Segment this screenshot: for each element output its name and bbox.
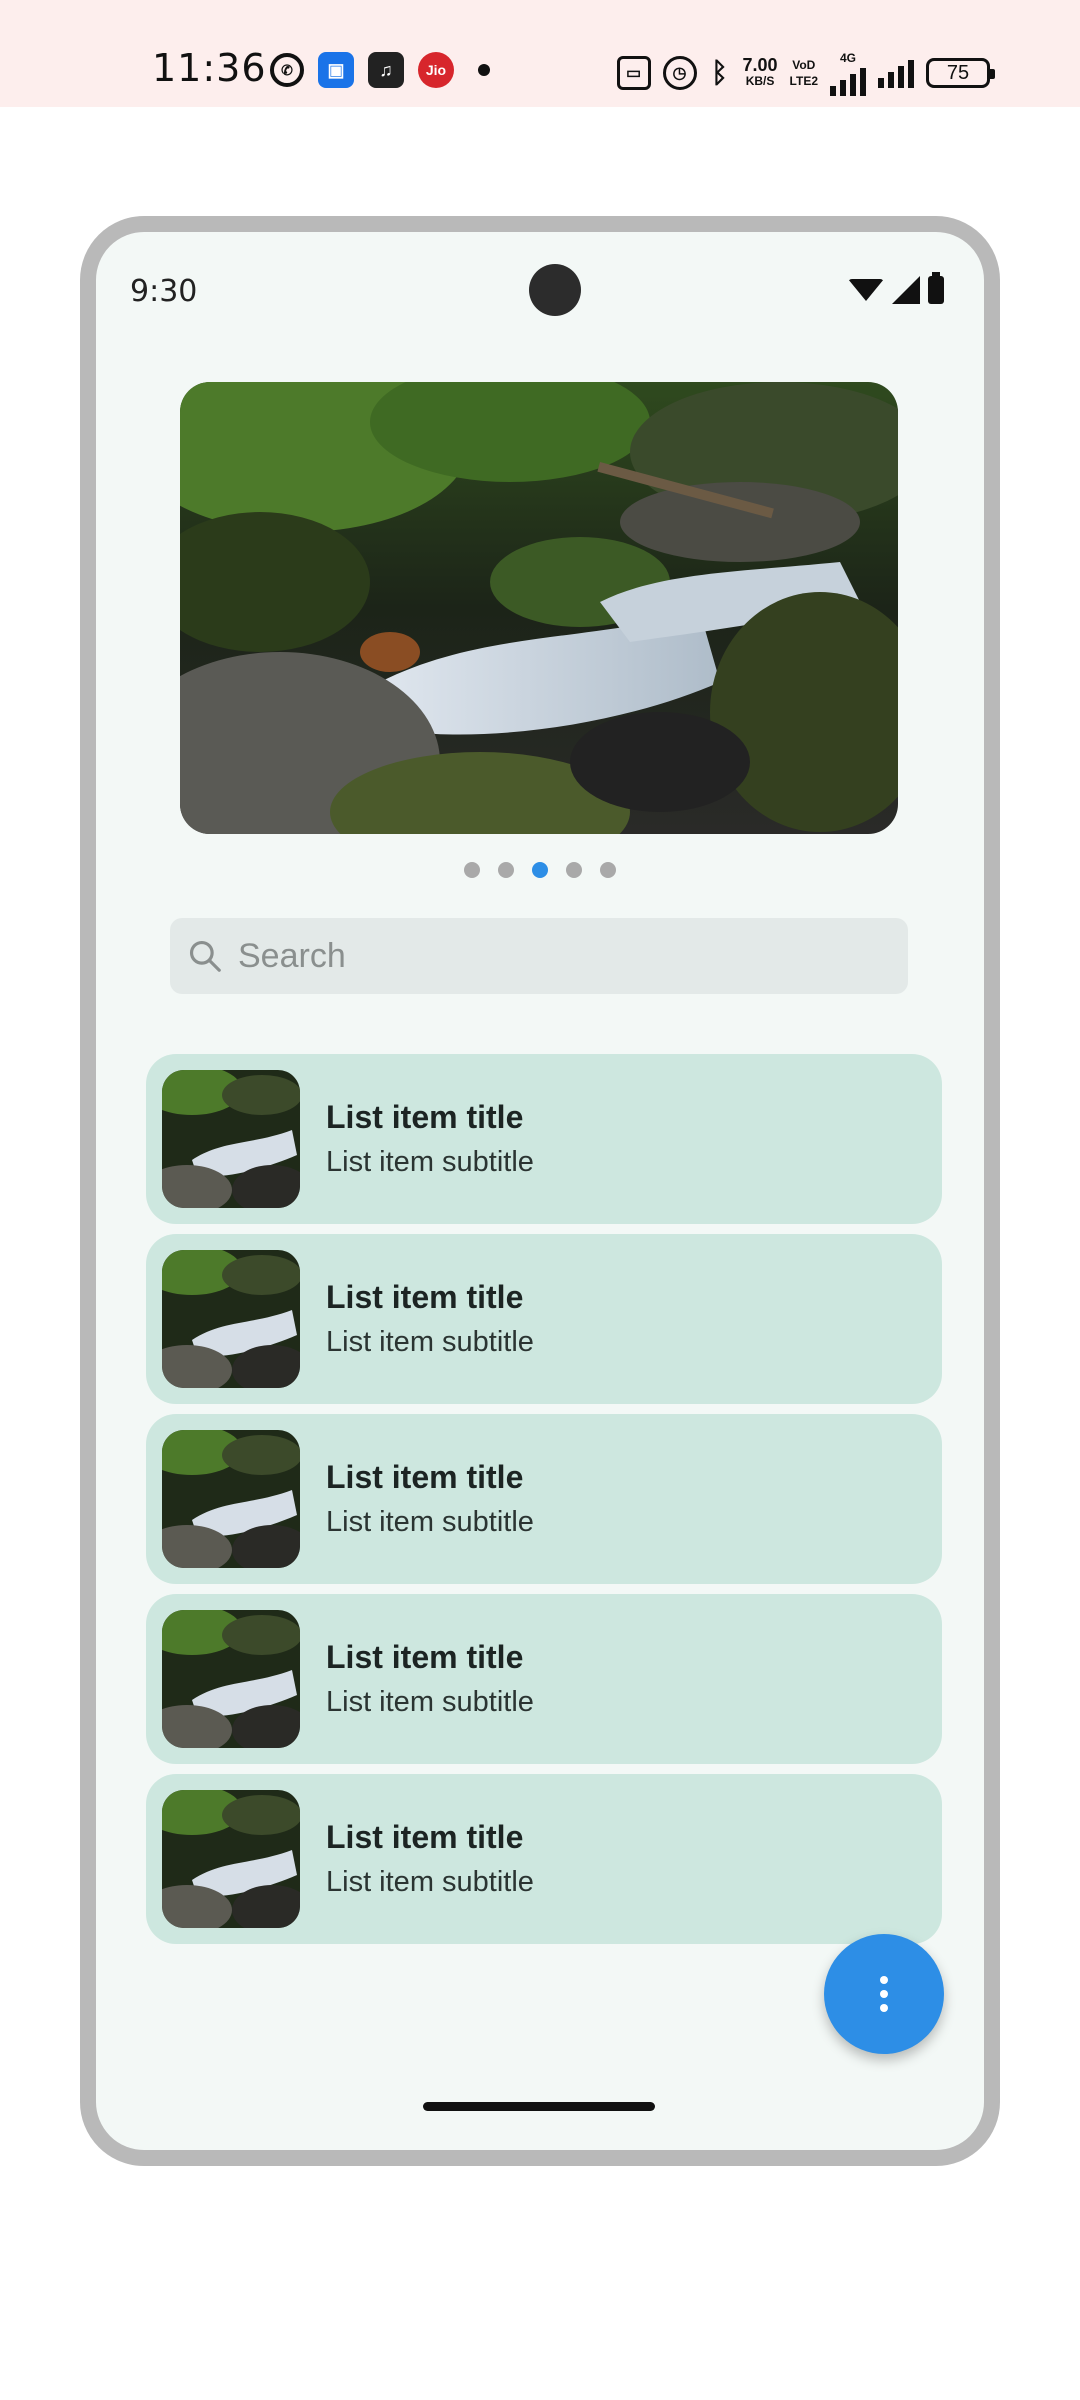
more-vert-icon-dot	[880, 2004, 888, 2012]
list-item[interactable]: List item title List item subtitle	[146, 1414, 942, 1584]
cellular-icon	[892, 276, 920, 304]
list-item[interactable]: List item title List item subtitle	[146, 1234, 942, 1404]
image-carousel[interactable]	[180, 382, 898, 834]
page-dot[interactable]	[566, 862, 582, 878]
bluetooth-icon: ᛒ	[711, 57, 728, 88]
list-item-title: List item title	[326, 1459, 524, 1495]
device-frame: 9:30 Search List item title List item su…	[80, 216, 1000, 2166]
signal-4g: 4G	[830, 50, 866, 96]
whatsapp-icon: ✆	[270, 53, 304, 87]
more-notifications-dot-icon	[478, 64, 490, 76]
more-options-fab[interactable]	[824, 1934, 944, 2054]
more-vert-icon	[880, 1976, 888, 1984]
device-battery-icon	[928, 272, 944, 304]
device-status-bar: 9:30	[96, 232, 984, 316]
notification-icons: ✆ ▣ ♫ Jio	[270, 52, 490, 88]
list-item-title: List item title	[326, 1819, 524, 1855]
search-placeholder[interactable]: Search	[238, 937, 346, 976]
device-system-icons	[848, 272, 944, 304]
jio-icon: Jio	[418, 52, 454, 88]
list-item-subtitle: List item subtitle	[326, 1686, 534, 1718]
waterfall-thumbnail-image	[162, 1430, 300, 1568]
carousel-page-indicator	[96, 862, 984, 878]
page-dot-active[interactable]	[532, 862, 548, 878]
more-vert-icon-dot	[880, 1990, 888, 1998]
list-item-subtitle: List item subtitle	[326, 1146, 534, 1178]
list-item[interactable]: List item title List item subtitle	[146, 1594, 942, 1764]
page-dot[interactable]	[498, 862, 514, 878]
host-status-bar: 11:36 ✆ ▣ ♫ Jio ▭ ◷ ᛒ 7.00 KB/S VoD LTE2…	[0, 0, 1080, 107]
list-item-thumbnail	[162, 1790, 300, 1928]
list-item-subtitle: List item subtitle	[326, 1326, 534, 1358]
list-item-title: List item title	[326, 1639, 524, 1675]
waterfall-thumbnail-image	[162, 1070, 300, 1208]
page-dot[interactable]	[600, 862, 616, 878]
network-type-label: 4G	[839, 51, 856, 65]
wifi-icon	[848, 279, 884, 301]
volte-badge: VoD LTE2	[790, 57, 818, 89]
list-item-title: List item title	[326, 1279, 524, 1315]
battery-level: 75	[946, 61, 970, 84]
net-speed: 7.00 KB/S	[742, 55, 778, 89]
net-speed-unit: KB/S	[745, 74, 775, 88]
waterfall-photo	[180, 382, 898, 834]
signal-bars-2-icon	[878, 58, 914, 88]
list-item-subtitle: List item subtitle	[326, 1866, 534, 1898]
list-item-thumbnail	[162, 1430, 300, 1568]
volte-label-1: VoD	[792, 58, 816, 72]
signal-bars-1-icon	[830, 66, 866, 96]
app-dark-icon: ♫	[368, 52, 404, 88]
battery-icon: 75	[926, 58, 995, 88]
list-item-thumbnail	[162, 1070, 300, 1208]
search-icon	[189, 940, 221, 972]
waterfall-thumbnail-image	[162, 1790, 300, 1928]
cast-icon: ▭	[616, 56, 651, 90]
camera-cutout-icon	[529, 264, 581, 316]
list-item-title: List item title	[326, 1099, 524, 1135]
list-item[interactable]: List item title List item subtitle	[146, 1774, 942, 1944]
search-bar[interactable]: Search	[170, 918, 908, 994]
list-item-subtitle: List item subtitle	[326, 1506, 534, 1538]
list-item[interactable]: List item title List item subtitle	[146, 1054, 942, 1224]
page-dot[interactable]	[464, 862, 480, 878]
item-list: List item title List item subtitle List …	[146, 1054, 942, 1954]
waterfall-thumbnail-image	[162, 1250, 300, 1388]
list-item-thumbnail	[162, 1610, 300, 1748]
system-icons: ▭ ◷ ᛒ 7.00 KB/S VoD LTE2 4G 75	[616, 50, 995, 96]
host-clock: 11:36	[152, 46, 267, 90]
net-speed-value: 7.00	[742, 55, 778, 75]
list-item-thumbnail	[162, 1250, 300, 1388]
alarm-icon: ◷	[662, 56, 697, 90]
home-indicator[interactable]	[423, 2102, 655, 2111]
device-clock: 9:30	[130, 274, 198, 309]
volte-label-2: LTE2	[789, 74, 818, 88]
app-blue-icon: ▣	[318, 52, 354, 88]
waterfall-thumbnail-image	[162, 1610, 300, 1748]
